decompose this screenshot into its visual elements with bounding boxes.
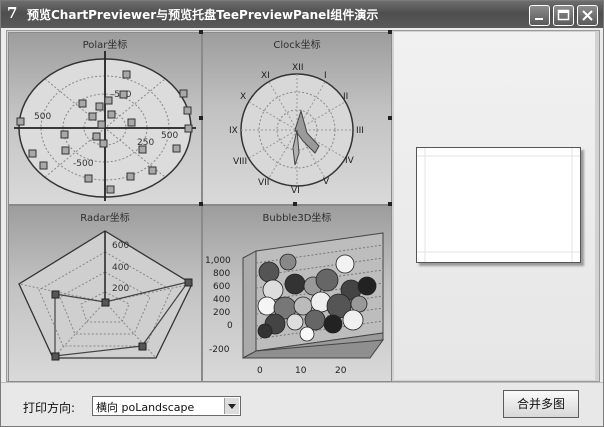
polar-chart-panel[interactable]: Polar坐标 500 -500 500 -500 250 bbox=[8, 32, 202, 205]
radar-tick: 600 bbox=[112, 241, 129, 251]
window-title: 预览ChartPreviewer与预览托盘TeePreviewPanel组件演示 bbox=[27, 8, 379, 22]
bubble-y-tick: -200 bbox=[209, 345, 230, 355]
bubble-y-tick: 200 bbox=[213, 308, 230, 318]
clock-numeral: VI bbox=[291, 186, 300, 196]
maximize-icon bbox=[557, 9, 570, 21]
bubble3d-chart-panel[interactable]: Bubble3D坐标 1,000 800 600 400 200 0 -200 … bbox=[202, 205, 392, 382]
bubble-y-tick: 1,000 bbox=[205, 256, 231, 266]
preview-page[interactable] bbox=[416, 147, 581, 263]
bubble-x-tick: 10 bbox=[295, 366, 307, 376]
radar-tick: 200 bbox=[112, 284, 129, 294]
minimize-button[interactable] bbox=[529, 5, 550, 26]
close-button[interactable] bbox=[577, 5, 598, 26]
clock-numeral: XII bbox=[292, 63, 303, 73]
clock-numeral: III bbox=[356, 126, 364, 136]
selection-handle[interactable] bbox=[199, 202, 203, 206]
selection-handle[interactable] bbox=[199, 116, 203, 120]
orientation-label: 打印方向: bbox=[23, 401, 76, 415]
clock-numeral: V bbox=[323, 177, 330, 187]
minimize-icon bbox=[535, 18, 543, 20]
orientation-selected-value: 横向 poLandscape bbox=[96, 401, 195, 414]
page-margin-guides bbox=[417, 148, 580, 262]
selection-handle[interactable] bbox=[199, 30, 203, 34]
clock-numeral: I bbox=[324, 71, 327, 81]
radar-chart-panel[interactable]: Radar坐标 600 400 200 bbox=[8, 205, 202, 382]
bubble-y-tick: 400 bbox=[213, 295, 230, 305]
clock-numeral: XI bbox=[261, 71, 270, 81]
chevron-down-icon bbox=[228, 404, 236, 409]
bottom-toolbar: 打印方向: 横向 poLandscape 合并多图 bbox=[1, 382, 603, 426]
merge-charts-button[interactable]: 合并多图 bbox=[503, 390, 579, 418]
bubble-y-tick: 0 bbox=[227, 321, 233, 331]
clock-numeral: VII bbox=[258, 178, 269, 188]
polar-chart: 500 -500 500 -500 250 bbox=[14, 51, 196, 201]
polar-tick: -500 bbox=[73, 159, 94, 169]
selection-handle[interactable] bbox=[388, 30, 392, 34]
title-bar[interactable]: 7 预览ChartPreviewer与预览托盘TeePreviewPanel组件… bbox=[1, 1, 603, 28]
clock-numeral: II bbox=[343, 92, 348, 102]
bubble-y-tick: 600 bbox=[213, 282, 230, 292]
selection-handle[interactable] bbox=[388, 202, 392, 206]
polar-tick: 500 bbox=[161, 131, 178, 141]
clock-chart-panel[interactable]: Clock坐标 XII I II III IV V VI VII VIII IX… bbox=[202, 32, 392, 205]
clock-chart: XII I II III IV V VI VII VIII IX X XI bbox=[229, 63, 364, 196]
clock-numeral: IV bbox=[345, 156, 355, 166]
app-window: 7 预览ChartPreviewer与预览托盘TeePreviewPanel组件… bbox=[0, 0, 604, 427]
bubble-x-tick: 20 bbox=[335, 366, 347, 376]
clock-numeral: VIII bbox=[233, 157, 247, 167]
dropdown-button[interactable] bbox=[224, 398, 239, 414]
clock-numeral: IX bbox=[229, 126, 238, 136]
orientation-select[interactable]: 横向 poLandscape bbox=[92, 396, 241, 416]
app-icon: 7 bbox=[7, 4, 18, 22]
bubble-y-tick: 800 bbox=[213, 269, 230, 279]
maximize-button[interactable] bbox=[553, 5, 574, 26]
radar-chart: 600 400 200 bbox=[18, 230, 193, 361]
polar-tick: 500 bbox=[34, 112, 51, 122]
bubble-x-tick: 0 bbox=[257, 366, 263, 376]
bubble3d-chart: 1,000 800 600 400 200 0 -200 0 10 20 bbox=[205, 232, 385, 376]
clock-numeral: X bbox=[240, 92, 246, 102]
selection-handle[interactable] bbox=[388, 116, 392, 120]
selection-handle[interactable] bbox=[293, 202, 297, 206]
close-icon bbox=[582, 10, 593, 21]
radar-tick: 400 bbox=[112, 263, 129, 273]
